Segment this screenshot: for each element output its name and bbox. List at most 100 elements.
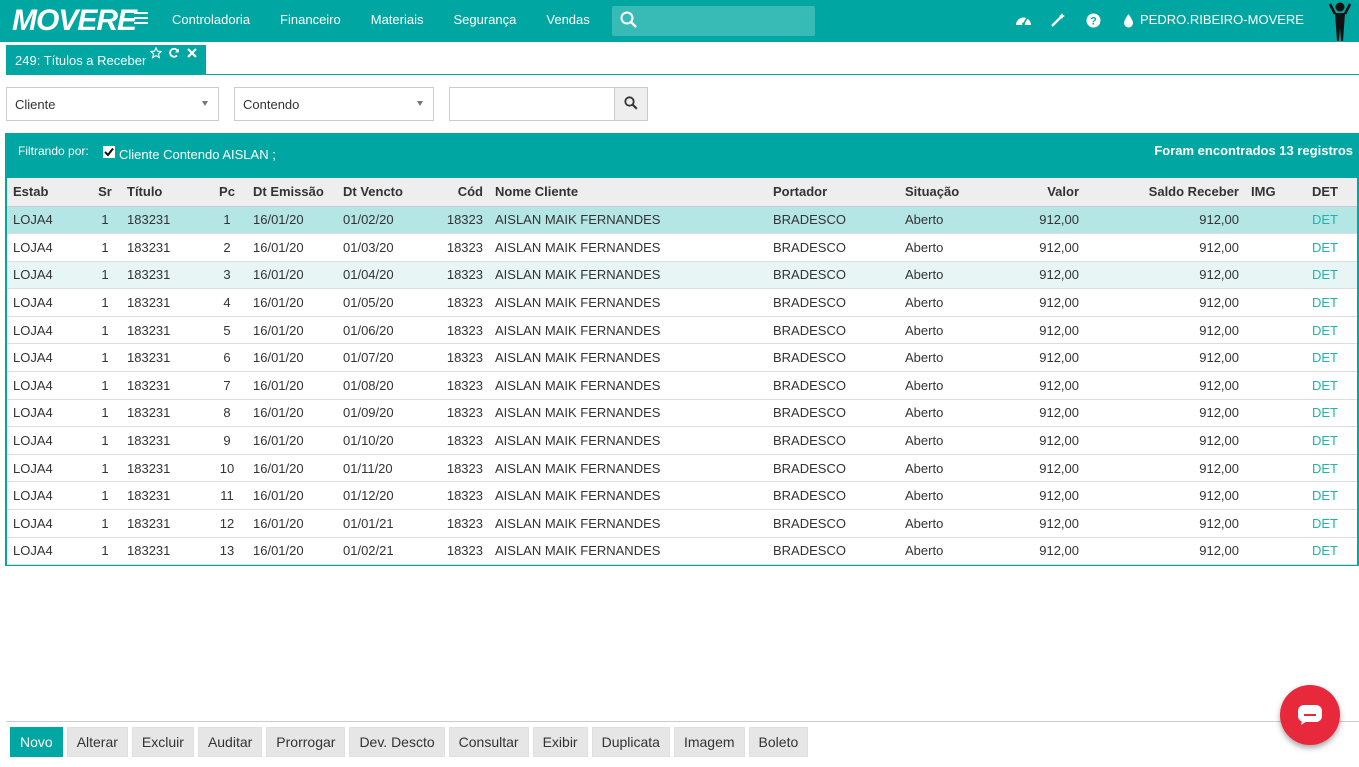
det-link[interactable]: DET [1293, 454, 1357, 482]
table-row[interactable]: LOJA4 1 183231 11 16/01/20 01/12/20 18323 AISLA… [7, 481, 1357, 510]
cell-estab: LOJA4 [13, 433, 53, 449]
magic-wand-icon[interactable] [1049, 11, 1067, 29]
table-row[interactable]: LOJA4 1 183231 13 16/01/20 01/02/21 18323 AISLA… [7, 537, 1357, 565]
brand-logo[interactable]: MOVERE [12, 4, 137, 38]
det-link[interactable]: DET [1293, 482, 1357, 510]
help-icon[interactable]: ? [1084, 11, 1102, 29]
cell-dt-emissao: 16/01/20 [253, 543, 304, 559]
col-sr[interactable]: Sr [89, 178, 121, 207]
cell-saldo-receber: 912,00 [1199, 377, 1239, 393]
col-cod[interactable]: Cód [427, 178, 489, 207]
dev-descto-button[interactable]: Dev. Descto [349, 727, 445, 757]
cell-dt-vencto: 01/02/21 [343, 543, 394, 559]
col-dt-vencto[interactable]: Dt Vencto [337, 178, 427, 207]
col-img[interactable]: IMG [1245, 178, 1293, 207]
refresh-icon[interactable] [168, 47, 180, 62]
table-row[interactable]: LOJA4 1 183231 12 16/01/20 01/01/21 18323 AISLA… [7, 509, 1357, 538]
cell-pc: 5 [223, 322, 231, 338]
det-link[interactable]: DET [1293, 234, 1357, 262]
menu-item-materiais[interactable]: Materiais [371, 12, 424, 27]
chat-icon[interactable] [1280, 685, 1340, 745]
cell-cod: 18323 [446, 350, 483, 366]
table-row[interactable]: LOJA4 1 183231 5 16/01/20 01/06/20 18323 AISLAN… [7, 316, 1357, 344]
table-row[interactable]: LOJA4 1 183231 3 16/01/20 01/04/20 18323 AISLAN… [7, 261, 1357, 289]
tab-titulos-a-receber[interactable]: 249: Títulos a Receber [6, 45, 206, 75]
menu-item-seguranca[interactable]: Segurança [454, 12, 517, 27]
det-link[interactable]: DET [1293, 399, 1357, 427]
drop-icon[interactable] [1119, 11, 1137, 29]
imagem-button[interactable]: Imagem [673, 727, 745, 757]
cell-nome-cliente: AISLAN MAIK FERNANDES [495, 267, 661, 283]
cell-valor: 912,00 [1039, 543, 1079, 559]
det-link[interactable]: DET [1293, 510, 1357, 538]
col-det[interactable]: DET [1293, 178, 1357, 207]
filter-field-select[interactable]: Cliente [6, 87, 219, 121]
cell-portador: BRADESCO [773, 377, 846, 393]
col-portador[interactable]: Portador [767, 178, 899, 207]
star-icon[interactable] [149, 46, 163, 62]
excluir-button[interactable]: Excluir [131, 727, 194, 757]
table-row[interactable]: LOJA4 1 183231 1 16/01/20 01/02/20 18323 AISLAN… [7, 206, 1357, 234]
exibir-button[interactable]: Exibir [532, 727, 588, 757]
col-saldo-receber[interactable]: Saldo Receber [1085, 178, 1245, 207]
menu-item-financeiro[interactable]: Financeiro [280, 12, 341, 27]
det-link[interactable]: DET [1293, 427, 1357, 455]
close-icon[interactable] [186, 47, 198, 62]
menu-item-vendas[interactable]: Vendas [546, 12, 589, 27]
user-name[interactable]: PEDRO.RIBEIRO-MOVERE [1140, 12, 1304, 27]
alterar-button[interactable]: Alterar [66, 727, 128, 757]
filter-value-input[interactable] [449, 87, 615, 121]
cell-dt-emissao: 16/01/20 [253, 377, 304, 393]
hamburger-icon[interactable] [134, 12, 148, 26]
det-link[interactable]: DET [1293, 537, 1357, 565]
duplicata-button[interactable]: Duplicata [591, 727, 670, 757]
filter-search-button[interactable] [614, 87, 648, 121]
cell-saldo-receber: 912,00 [1199, 488, 1239, 504]
table-row[interactable]: LOJA4 1 183231 10 16/01/20 01/11/20 18323 AISLA… [7, 454, 1357, 482]
col-nome-cliente[interactable]: Nome Cliente [489, 178, 767, 207]
col-pc[interactable]: Pc [207, 178, 247, 207]
col-dt-emissao[interactable]: Dt Emissão [247, 178, 337, 207]
table-row[interactable]: LOJA4 1 183231 9 16/01/20 01/10/20 18323 AISLAN… [7, 426, 1357, 455]
cell-saldo-receber: 912,00 [1199, 543, 1239, 559]
cell-situacao: Aberto [905, 239, 944, 255]
table-row[interactable]: LOJA4 1 183231 8 16/01/20 01/09/20 18323 AISLAN… [7, 399, 1357, 427]
filter-checkbox[interactable] [103, 146, 115, 158]
det-link[interactable]: DET [1293, 206, 1357, 234]
cell-situacao: Aberto [905, 212, 944, 228]
filter-operator-select[interactable]: Contendo [234, 87, 434, 121]
cell-pc: 7 [223, 377, 231, 393]
dashboard-icon[interactable] [1014, 11, 1032, 29]
det-link[interactable]: DET [1293, 372, 1357, 400]
det-link[interactable]: DET [1293, 261, 1357, 289]
novo-button[interactable]: Novo [10, 727, 63, 757]
cell-dt-vencto: 01/02/20 [343, 212, 394, 228]
global-search-input[interactable] [646, 10, 806, 32]
cell-valor: 912,00 [1039, 212, 1079, 228]
cell-img [1245, 454, 1293, 482]
table-row[interactable]: LOJA4 1 183231 2 16/01/20 01/03/20 18323 AISLAN… [7, 233, 1357, 262]
menu-item-controladoria[interactable]: Controladoria [172, 12, 250, 27]
cell-pc: 8 [223, 405, 231, 421]
user-avatar-icon[interactable] [1326, 0, 1354, 42]
boleto-button[interactable]: Boleto [748, 727, 809, 757]
col-estab[interactable]: Estab [7, 178, 89, 207]
auditar-button[interactable]: Auditar [197, 727, 263, 757]
cell-cod: 18323 [446, 405, 483, 421]
table-row[interactable]: LOJA4 1 183231 7 16/01/20 01/08/20 18323 AISLAN… [7, 371, 1357, 400]
cell-valor: 912,00 [1039, 239, 1079, 255]
det-link[interactable]: DET [1293, 316, 1357, 344]
cell-dt-emissao: 16/01/20 [253, 322, 304, 338]
col-situacao[interactable]: Situação [899, 178, 997, 207]
table-row[interactable]: LOJA4 1 183231 4 16/01/20 01/05/20 18323 AISLAN… [7, 288, 1357, 317]
consultar-button[interactable]: Consultar [448, 727, 529, 757]
det-link[interactable]: DET [1293, 344, 1357, 372]
cell-nome-cliente: AISLAN MAIK FERNANDES [495, 433, 661, 449]
table-row[interactable]: LOJA4 1 183231 6 16/01/20 01/07/20 18323 AISLAN… [7, 343, 1357, 372]
cell-titulo: 183231 [127, 543, 171, 559]
col-titulo[interactable]: Título [121, 178, 207, 207]
cell-saldo-receber: 912,00 [1199, 350, 1239, 366]
det-link[interactable]: DET [1293, 289, 1357, 317]
col-valor[interactable]: Valor [997, 178, 1085, 207]
prorrogar-button[interactable]: Prorrogar [266, 727, 346, 757]
